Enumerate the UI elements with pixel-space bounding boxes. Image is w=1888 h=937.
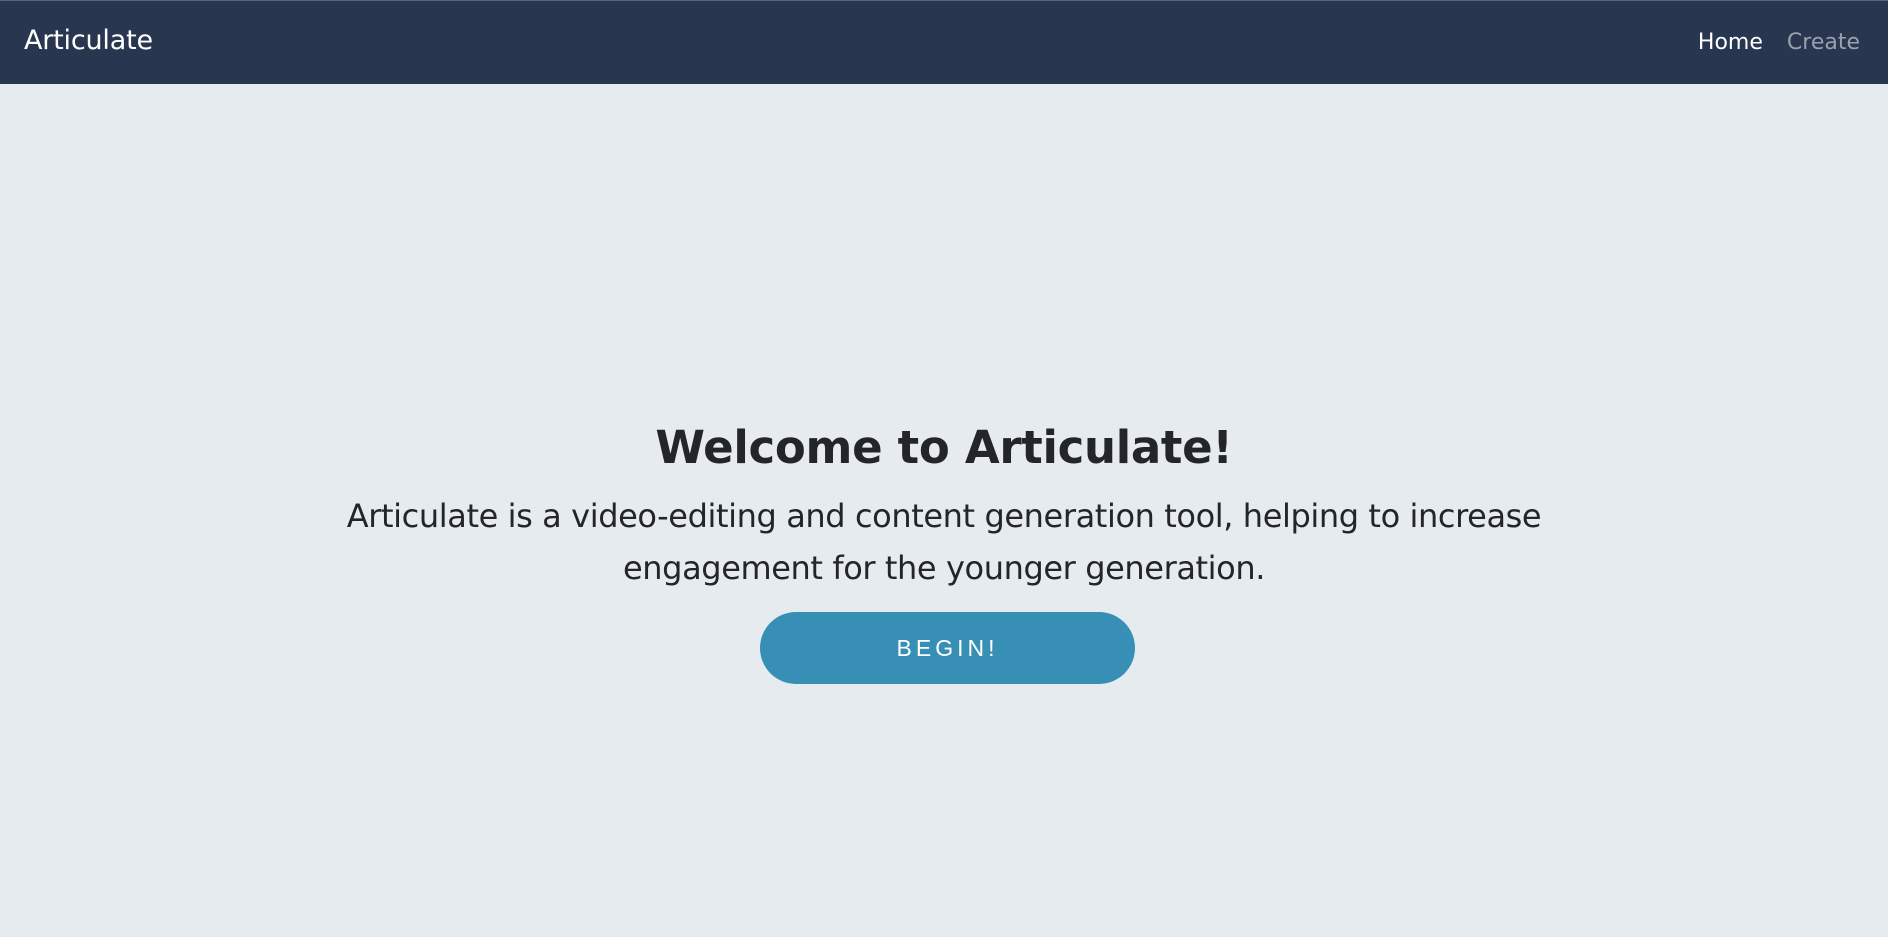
nav-link-home[interactable]: Home — [1698, 32, 1763, 54]
nav-links: Home Create — [1698, 32, 1860, 54]
hero-description: Articulate is a video-editing and conten… — [346, 497, 1542, 587]
hero-section: Welcome to Articulate! Articulate is a v… — [0, 84, 1888, 937]
top-navbar: Articulate Home Create — [0, 0, 1888, 84]
page-title: Welcome to Articulate! — [655, 421, 1233, 474]
brand-logo-link[interactable]: Articulate — [24, 27, 153, 54]
nav-link-create[interactable]: Create — [1787, 32, 1860, 54]
begin-button[interactable]: BEGIN! — [760, 612, 1135, 684]
